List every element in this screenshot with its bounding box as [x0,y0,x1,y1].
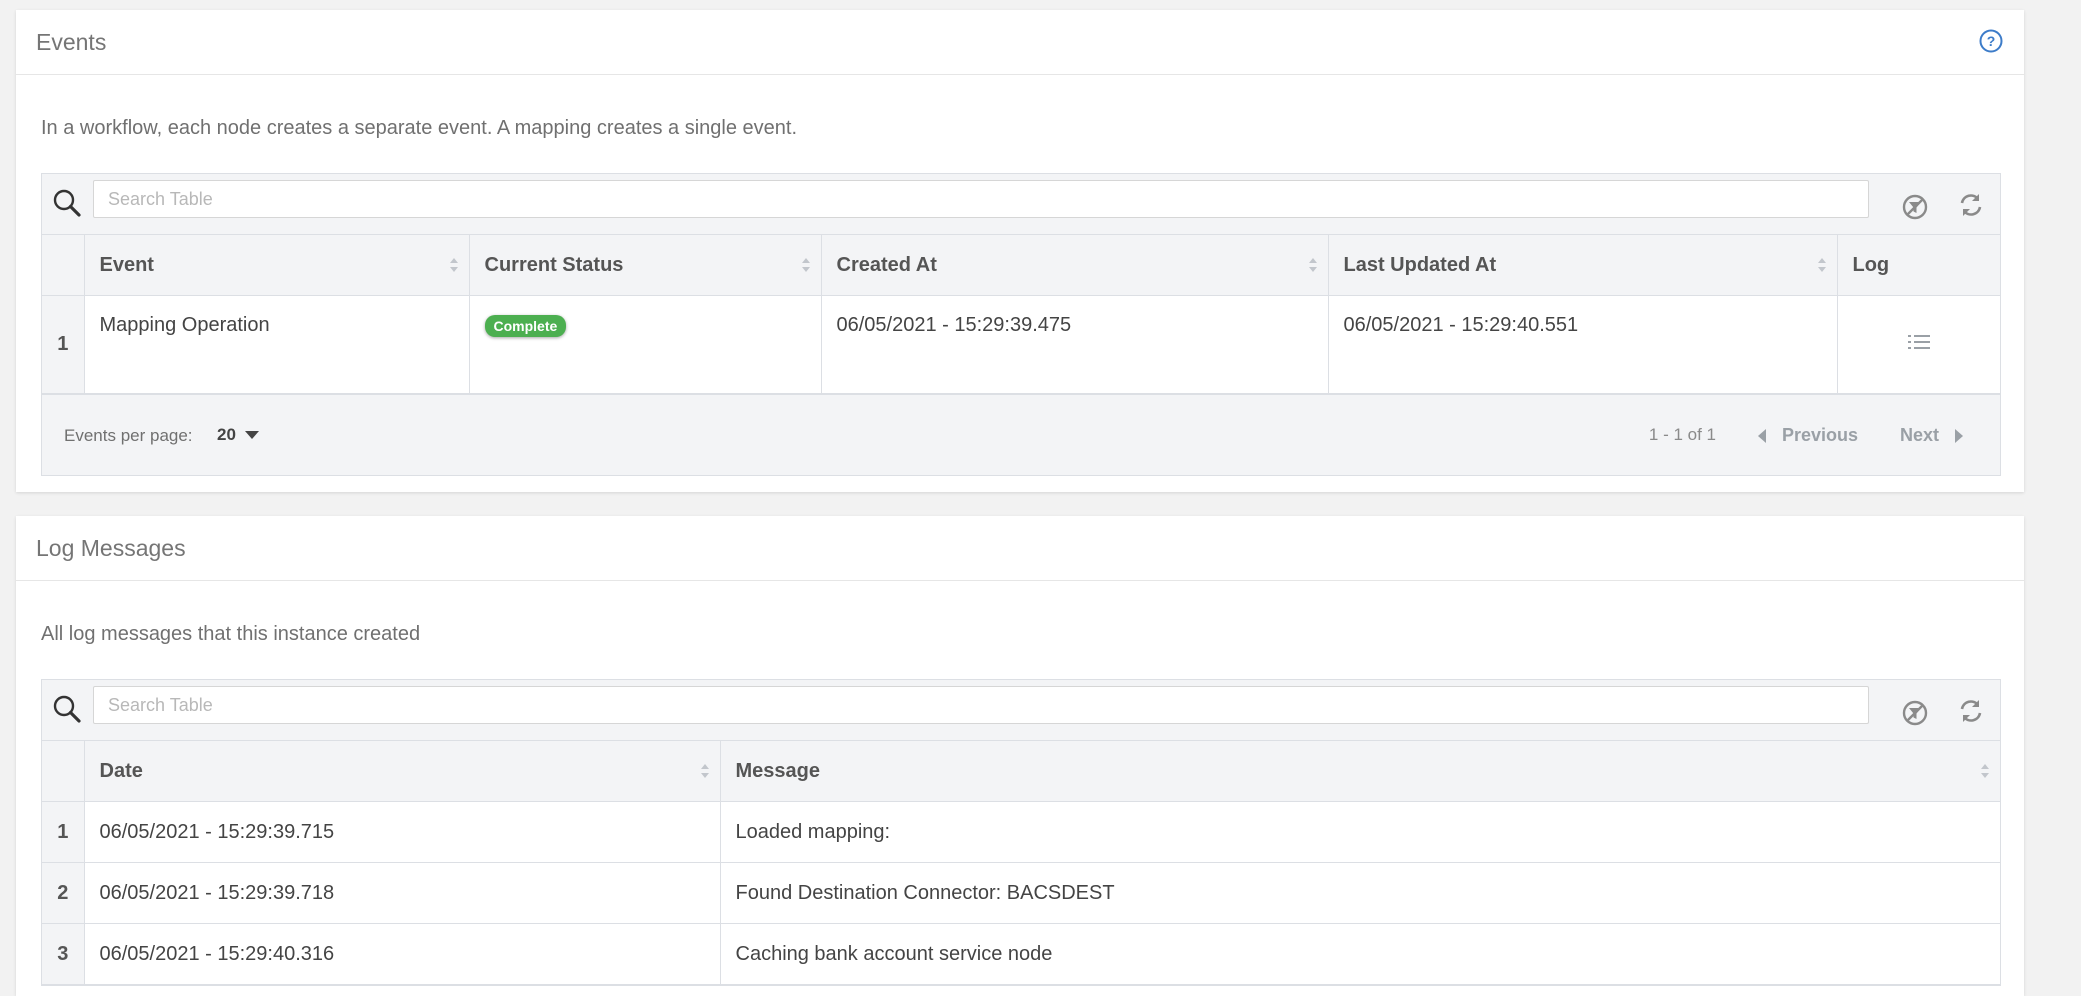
row-index: 1 [42,801,85,863]
events-grid: Event Current Status Created At Last Upd… [42,235,2000,394]
status-badge: Complete [484,315,567,337]
events-search-input[interactable] [93,180,1869,218]
log-grid: Date Message 1 06/05/2021 - 15:29:39.715… [42,741,2000,985]
question-circle-icon[interactable]: ? [1978,28,2004,54]
table-row[interactable]: 2 06/05/2021 - 15:29:39.718 Found Destin… [42,862,2000,924]
list-icon[interactable] [1907,332,1931,352]
events-title: Events [36,29,107,55]
table-row[interactable]: 1 Mapping Operation Complete 06/05/2021 … [42,295,2000,394]
sort-icon[interactable] [700,763,710,779]
column-header-message[interactable]: Message [720,741,2000,802]
filter-off-icon[interactable] [1900,698,1930,728]
event-name: Mapping Operation [84,295,470,394]
column-header-last-updated-at[interactable]: Last Updated At [1328,235,1838,296]
events-header: Events ? [16,10,2024,75]
filter-off-icon[interactable] [1900,192,1930,222]
log-toolbar [42,680,2000,741]
sort-icon[interactable] [1817,257,1827,273]
search-icon [53,695,81,723]
next-button[interactable]: Next [1900,425,1964,446]
search-icon [53,189,81,217]
updated-at: 06/05/2021 - 15:29:40.551 [1328,295,1838,394]
log-date: 06/05/2021 - 15:29:39.715 [84,801,721,863]
sort-icon[interactable] [1308,257,1318,273]
events-table: Event Current Status Created At Last Upd… [41,173,2001,476]
caret-right-icon [1955,429,1963,444]
index-header [42,741,85,802]
caret-left-icon [1757,429,1766,444]
log-message: Found Destination Connector: BACSDEST [720,862,2000,924]
log-messages-panel: Log Messages All log messages that this … [16,516,2024,996]
events-pagination: Events per page: 20 1 - 1 of 1 Previous … [42,394,2000,475]
events-panel: Events ? In a workflow, each node create… [16,10,2024,492]
log-header: Log Messages [16,516,2024,581]
per-page-label: Events per page: [64,426,193,445]
previous-button[interactable]: Previous [1757,425,1858,446]
column-header-created-at[interactable]: Created At [821,235,1329,296]
column-header-date[interactable]: Date [84,741,721,802]
status-cell: Complete [469,295,822,394]
events-description: In a workflow, each node creates a separ… [41,117,798,139]
row-index: 1 [42,295,85,394]
column-header-event[interactable]: Event [84,235,470,296]
per-page-select[interactable]: 20 [217,425,236,445]
log-description: All log messages that this instance crea… [41,623,421,645]
log-title: Log Messages [36,535,186,561]
svg-text:?: ? [1987,33,1996,49]
sort-icon[interactable] [1980,763,1990,779]
chevron-down-icon[interactable] [245,430,259,440]
sort-icon[interactable] [801,257,811,273]
log-message: Caching bank account service node [720,923,2000,985]
table-row[interactable]: 3 06/05/2021 - 15:29:40.316 Caching bank… [42,923,2000,985]
log-date: 06/05/2021 - 15:29:40.316 [84,923,721,985]
row-index: 3 [42,923,85,985]
sort-icon[interactable] [449,257,459,273]
refresh-icon[interactable] [1956,190,1986,220]
page-range: 1 - 1 of 1 [1648,425,1716,444]
row-index: 2 [42,862,85,924]
created-at: 06/05/2021 - 15:29:39.475 [821,295,1329,394]
column-header-current-status[interactable]: Current Status [469,235,822,296]
index-header [42,235,85,296]
log-cell [1837,295,2000,394]
log-date: 06/05/2021 - 15:29:39.718 [84,862,721,924]
log-search-input[interactable] [93,686,1869,724]
log-table: Date Message 1 06/05/2021 - 15:29:39.715… [41,679,2001,986]
log-message: Loaded mapping: [720,801,2000,863]
events-toolbar [42,174,2000,235]
table-row[interactable]: 1 06/05/2021 - 15:29:39.715 Loaded mappi… [42,801,2000,863]
column-header-log: Log [1837,235,2000,296]
refresh-icon[interactable] [1956,696,1986,726]
